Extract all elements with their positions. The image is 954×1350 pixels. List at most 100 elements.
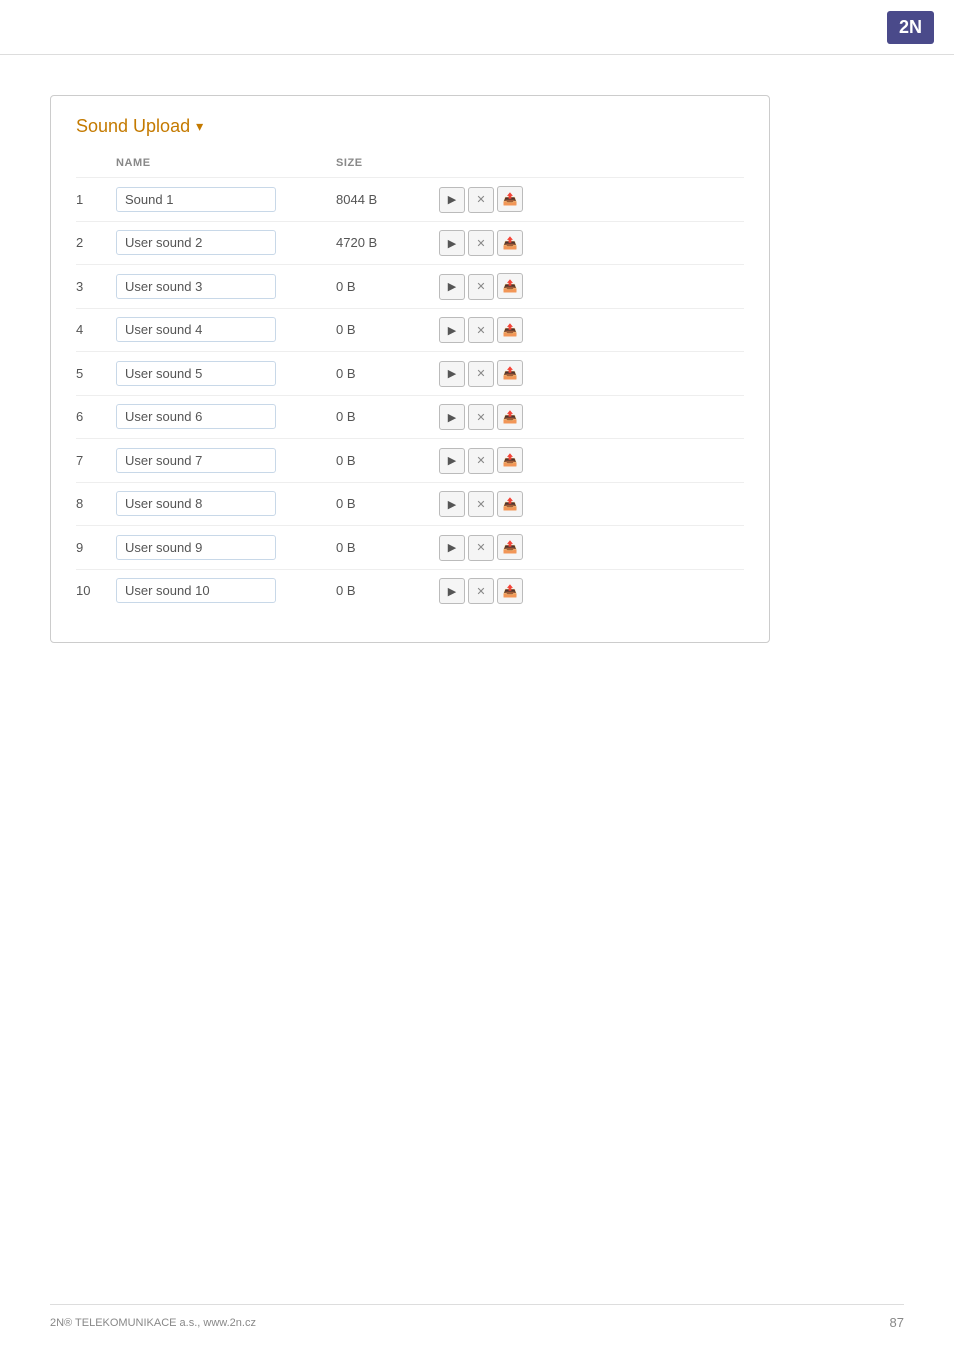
- footer: 2N® TELEKOMUNIKACE a.s., www.2n.cz 87: [50, 1304, 904, 1330]
- table-row: 10 0 B▶✕📤: [76, 569, 744, 612]
- row-size: 8044 B: [336, 178, 436, 222]
- name-input[interactable]: [116, 361, 276, 386]
- upload-button[interactable]: 📤: [497, 578, 523, 604]
- delete-button[interactable]: ✕: [468, 230, 494, 256]
- delete-button[interactable]: ✕: [468, 404, 494, 430]
- row-number: 2: [76, 221, 116, 265]
- row-size: 0 B: [336, 569, 436, 612]
- table-row: 18044 B▶✕📤: [76, 178, 744, 222]
- delete-button[interactable]: ✕: [468, 317, 494, 343]
- top-bar: 2N: [0, 0, 954, 55]
- footer-right: 87: [890, 1315, 904, 1330]
- play-button[interactable]: ▶: [439, 448, 465, 474]
- upload-button[interactable]: 📤: [497, 273, 523, 299]
- name-input[interactable]: [116, 230, 276, 255]
- col-header-size: SIZE: [336, 157, 436, 178]
- row-number: 6: [76, 395, 116, 439]
- section-card: Sound Upload ▾ NAME SIZE 18044 B▶✕📤24720…: [50, 95, 770, 643]
- row-name-cell: [116, 482, 336, 526]
- play-button[interactable]: ▶: [439, 491, 465, 517]
- name-input[interactable]: [116, 491, 276, 516]
- table-row: 9 0 B▶✕📤: [76, 526, 744, 570]
- row-name-cell: [116, 439, 336, 483]
- upload-button[interactable]: 📤: [497, 447, 523, 473]
- row-actions: ▶✕📤: [436, 221, 744, 265]
- section-chevron: ▾: [196, 118, 203, 135]
- delete-button[interactable]: ✕: [468, 448, 494, 474]
- name-input[interactable]: [116, 578, 276, 603]
- delete-button[interactable]: ✕: [468, 491, 494, 517]
- table-row: 4 0 B▶✕📤: [76, 308, 744, 352]
- row-size: 0 B: [336, 352, 436, 396]
- row-name-cell: [116, 308, 336, 352]
- upload-button[interactable]: 📤: [497, 360, 523, 386]
- row-actions: ▶✕📤: [436, 308, 744, 352]
- row-number: 5: [76, 352, 116, 396]
- delete-button[interactable]: ✕: [468, 578, 494, 604]
- upload-button[interactable]: 📤: [497, 317, 523, 343]
- delete-button[interactable]: ✕: [468, 187, 494, 213]
- row-name-cell: [116, 178, 336, 222]
- sound-table: NAME SIZE 18044 B▶✕📤24720 B▶✕📤30 B▶✕📤40 …: [76, 157, 744, 612]
- play-button[interactable]: ▶: [439, 578, 465, 604]
- row-actions: ▶✕📤: [436, 178, 744, 222]
- row-size: 0 B: [336, 308, 436, 352]
- col-header-actions: [436, 157, 744, 178]
- upload-button[interactable]: 📤: [497, 534, 523, 560]
- row-size: 0 B: [336, 265, 436, 309]
- row-name-cell: [116, 265, 336, 309]
- delete-button[interactable]: ✕: [468, 274, 494, 300]
- row-actions: ▶✕📤: [436, 482, 744, 526]
- row-actions: ▶✕📤: [436, 395, 744, 439]
- logo: 2N: [887, 11, 934, 44]
- row-number: 9: [76, 526, 116, 570]
- row-size: 0 B: [336, 482, 436, 526]
- row-actions: ▶✕📤: [436, 439, 744, 483]
- name-input[interactable]: [116, 187, 276, 212]
- row-actions: ▶✕📤: [436, 526, 744, 570]
- row-name-cell: [116, 526, 336, 570]
- table-row: 5 0 B▶✕📤: [76, 352, 744, 396]
- col-header-num: [76, 157, 116, 178]
- name-input[interactable]: [116, 404, 276, 429]
- row-number: 7: [76, 439, 116, 483]
- row-number: 4: [76, 308, 116, 352]
- row-name-cell: [116, 569, 336, 612]
- play-button[interactable]: ▶: [439, 535, 465, 561]
- row-name-cell: [116, 395, 336, 439]
- upload-button[interactable]: 📤: [497, 186, 523, 212]
- table-row: 8 0 B▶✕📤: [76, 482, 744, 526]
- section-title-text: Sound Upload: [76, 116, 190, 137]
- upload-button[interactable]: 📤: [497, 491, 523, 517]
- table-row: 3 0 B▶✕📤: [76, 265, 744, 309]
- upload-button[interactable]: 📤: [497, 404, 523, 430]
- delete-button[interactable]: ✕: [468, 361, 494, 387]
- name-input[interactable]: [116, 317, 276, 342]
- section-title[interactable]: Sound Upload ▾: [76, 116, 744, 137]
- play-button[interactable]: ▶: [439, 230, 465, 256]
- table-row: 2 4720 B▶✕📤: [76, 221, 744, 265]
- row-number: 10: [76, 569, 116, 612]
- table-row: 7 0 B▶✕📤: [76, 439, 744, 483]
- row-number: 8: [76, 482, 116, 526]
- delete-button[interactable]: ✕: [468, 535, 494, 561]
- row-size: 0 B: [336, 526, 436, 570]
- row-name-cell: [116, 221, 336, 265]
- row-size: 0 B: [336, 439, 436, 483]
- upload-button[interactable]: 📤: [497, 230, 523, 256]
- play-button[interactable]: ▶: [439, 317, 465, 343]
- name-input[interactable]: [116, 274, 276, 299]
- table-row: 6 0 B▶✕📤: [76, 395, 744, 439]
- row-actions: ▶✕📤: [436, 352, 744, 396]
- row-size: 4720 B: [336, 221, 436, 265]
- play-button[interactable]: ▶: [439, 361, 465, 387]
- play-button[interactable]: ▶: [439, 404, 465, 430]
- name-input[interactable]: [116, 535, 276, 560]
- row-size: 0 B: [336, 395, 436, 439]
- row-number: 3: [76, 265, 116, 309]
- name-input[interactable]: [116, 448, 276, 473]
- main-content: Sound Upload ▾ NAME SIZE 18044 B▶✕📤24720…: [0, 55, 954, 683]
- play-button[interactable]: ▶: [439, 187, 465, 213]
- play-button[interactable]: ▶: [439, 274, 465, 300]
- row-name-cell: [116, 352, 336, 396]
